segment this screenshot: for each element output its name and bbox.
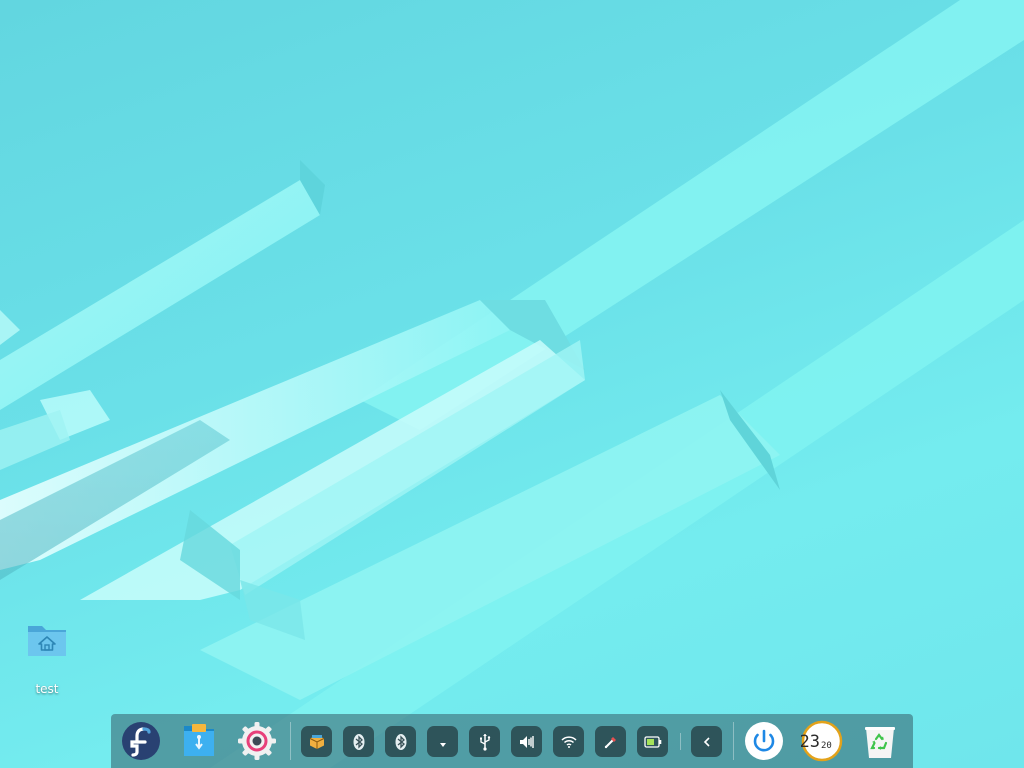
tray-network[interactable] [427,726,458,757]
power-icon [745,722,783,760]
tray-bluetooth-2[interactable] [385,726,416,757]
tray-separator [680,733,681,750]
dock-separator [733,722,734,760]
tray-battery[interactable] [637,726,668,757]
bluetooth-icon [353,733,364,750]
dock: 23 20 [111,714,913,768]
desktop-icon-test[interactable]: test [22,620,72,696]
desktop-icon-label: test [35,682,59,696]
clock-minutes: 20 [821,741,832,751]
battery-icon [643,735,661,748]
volume-icon [519,735,534,748]
usb-icon [479,733,490,751]
bluetooth-icon [395,733,406,750]
tray-expand[interactable] [691,726,722,757]
power-button[interactable] [743,720,785,762]
tray-usb[interactable] [469,726,500,757]
file-manager-icon [184,724,214,756]
tray-volume[interactable] [511,726,542,757]
trash-icon [865,727,895,758]
dock-app-file-manager[interactable] [178,720,220,762]
desktop: test 23 20 [0,0,1024,768]
network-down-icon [439,742,446,747]
package-icon [309,734,324,749]
screen-picker-icon [604,736,616,748]
home-folder-icon [28,626,66,656]
tray-screen-picker[interactable] [595,726,626,757]
trash-button[interactable] [859,720,901,762]
dock-app-settings[interactable] [236,720,278,762]
clock-widget[interactable]: 23 20 [800,720,843,762]
fedora-launcher-icon [122,722,160,760]
settings-gear-icon [238,722,276,760]
tray-wifi[interactable] [553,726,584,757]
clock-hours: 23 [801,732,820,752]
chevron-left-icon [703,736,710,747]
dock-separator [290,722,291,760]
wifi-icon [560,735,577,748]
dock-app-fedora[interactable] [120,720,162,762]
tray-package[interactable] [301,726,332,757]
wallpaper [0,0,1024,768]
tray-bluetooth-1[interactable] [343,726,374,757]
clock-icon: 23 20 [800,720,843,762]
